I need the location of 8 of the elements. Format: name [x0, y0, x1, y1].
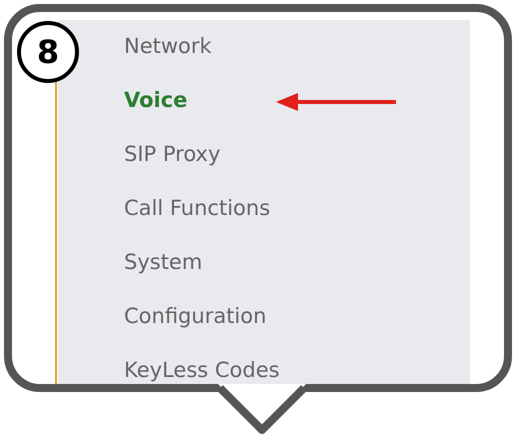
- menu-item[interactable]: KeyLess Codes: [124, 358, 280, 382]
- arrow-icon: [276, 92, 398, 112]
- menu-item[interactable]: Call Functions: [124, 196, 270, 220]
- menu-item[interactable]: Voice: [124, 88, 188, 112]
- menu-item[interactable]: Network: [124, 34, 212, 58]
- menu-item[interactable]: SIP Proxy: [124, 142, 220, 166]
- menu-item[interactable]: System: [124, 250, 202, 274]
- menu-item[interactable]: Configuration: [124, 304, 266, 328]
